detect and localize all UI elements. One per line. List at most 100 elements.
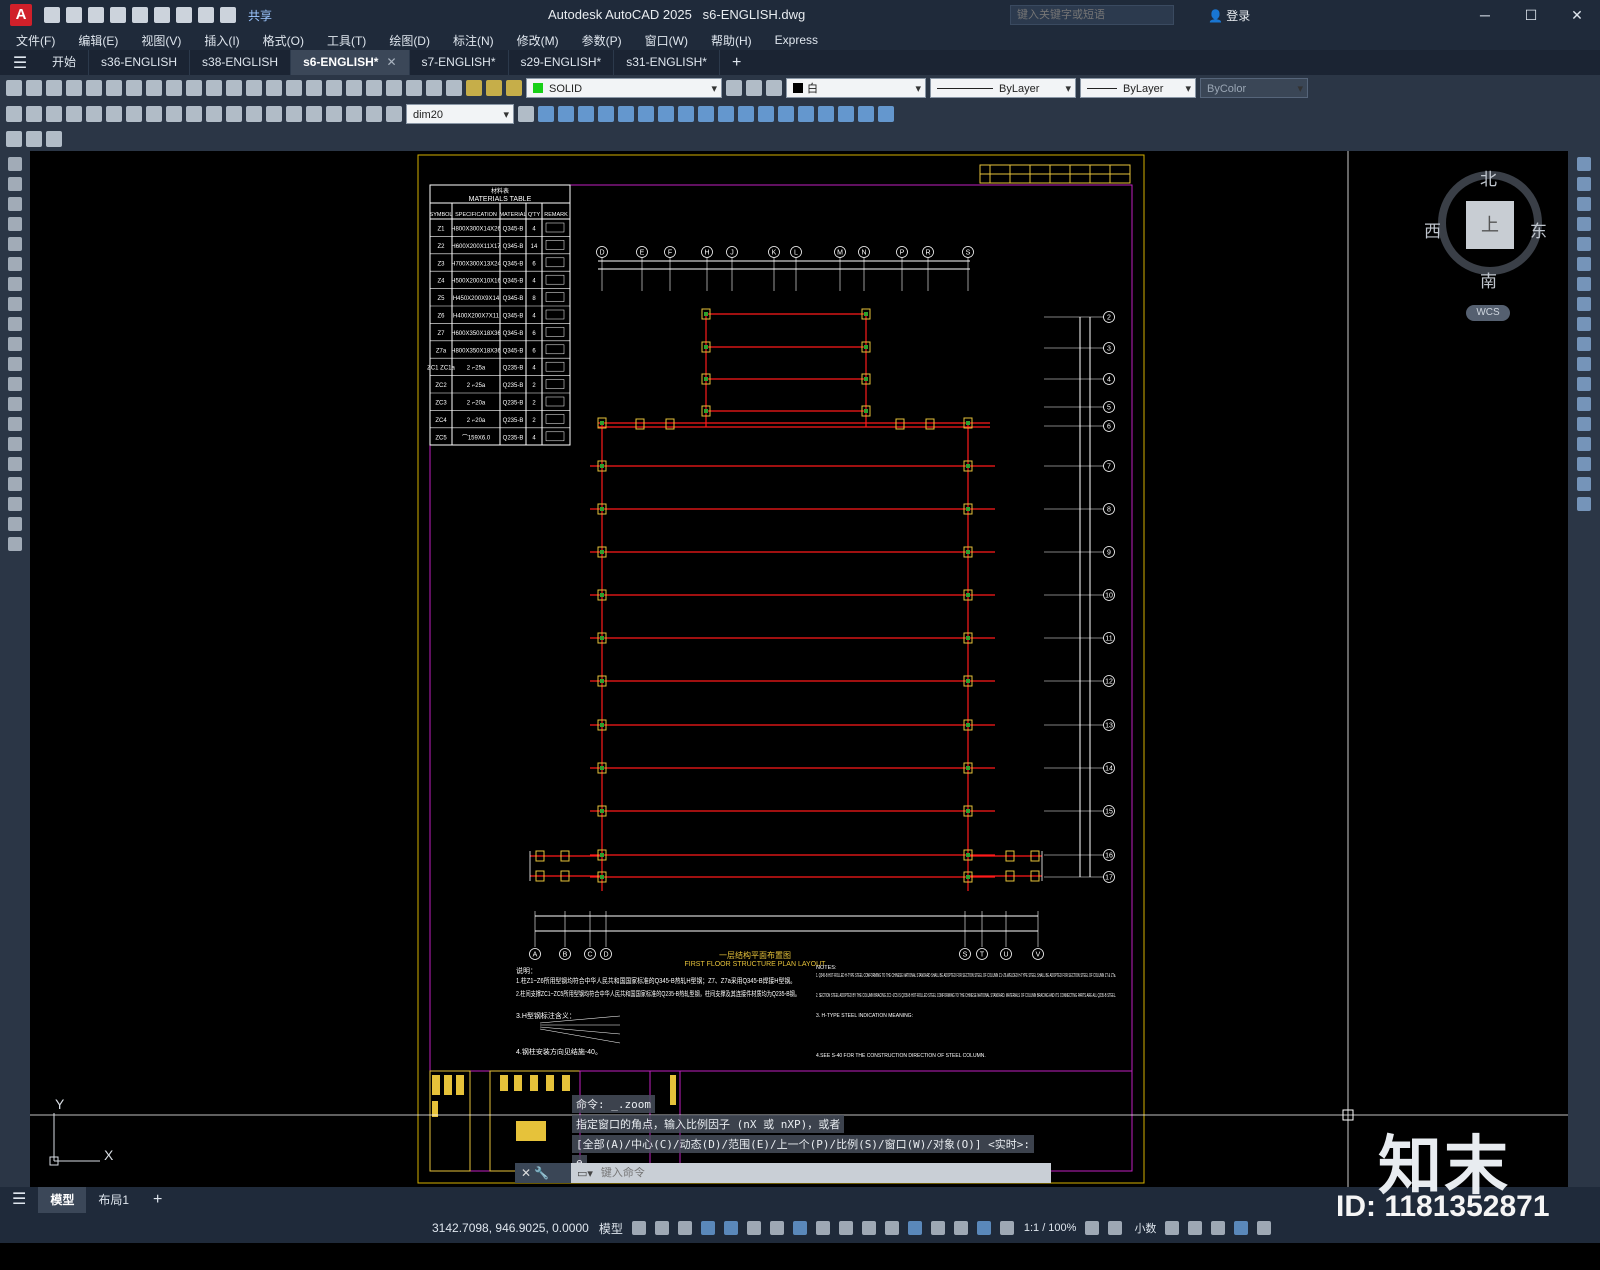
selection-cycling-icon[interactable] — [861, 1221, 876, 1235]
plotstyle-dropdown[interactable]: ByColor — [1200, 78, 1308, 99]
linetype-dropdown[interactable]: ByLayer — [930, 78, 1076, 99]
move-icon[interactable] — [1577, 257, 1591, 271]
menu-edit[interactable]: 编辑(E) — [78, 32, 118, 49]
zoom-previous-icon[interactable] — [306, 80, 322, 96]
table-icon[interactable] — [8, 497, 22, 511]
rotate-icon[interactable] — [1577, 277, 1591, 291]
web-save-icon[interactable] — [154, 7, 170, 23]
lock-ui-icon[interactable] — [1188, 1221, 1203, 1235]
polar-icon[interactable] — [746, 1221, 761, 1235]
gradient-icon[interactable] — [8, 457, 22, 471]
login-button[interactable]: 👤 登录 — [1208, 7, 1250, 24]
new-icon[interactable] — [44, 7, 60, 23]
dynamic-ucs-icon[interactable] — [907, 1221, 922, 1235]
extend-icon[interactable] — [1577, 357, 1591, 371]
gizmo-icon[interactable] — [953, 1221, 968, 1235]
help-icon[interactable] — [426, 80, 442, 96]
dimstyle-icon[interactable] — [518, 106, 534, 122]
auto-scale-icon[interactable] — [999, 1221, 1014, 1235]
dynamic-input-icon[interactable] — [700, 1221, 715, 1235]
layer-dropdown[interactable]: SOLID — [526, 78, 722, 99]
ellipse-icon[interactable] — [8, 337, 22, 351]
compass-south[interactable]: 南 — [1480, 267, 1497, 292]
new-tab-icon[interactable]: + — [720, 54, 753, 72]
tab-s29-english[interactable]: s29-ENGLISH* — [509, 50, 615, 75]
tab-s38-english[interactable]: s38-ENGLISH — [190, 50, 292, 75]
maximize-icon[interactable]: ☐ — [1508, 0, 1554, 30]
render-icon[interactable] — [858, 106, 874, 122]
isodraft-icon[interactable] — [769, 1221, 784, 1235]
tool-palettes-icon[interactable] — [366, 80, 382, 96]
jogged-icon[interactable] — [106, 106, 122, 122]
layer-freeze-icon[interactable] — [486, 80, 502, 96]
break-at-point-icon[interactable] — [1577, 377, 1591, 391]
workspace-gear-icon[interactable] — [1085, 1221, 1100, 1235]
dimstyle-dropdown[interactable]: dim20 — [406, 104, 514, 125]
redo-icon[interactable] — [226, 80, 242, 96]
view-bottom-icon[interactable] — [638, 106, 654, 122]
menu-tools[interactable]: 工具(T) — [327, 32, 366, 49]
tab-s6-english[interactable]: s6-ENGLISH* ✕ — [291, 50, 410, 75]
view-back-icon[interactable] — [618, 106, 634, 122]
view-top-icon[interactable] — [558, 106, 574, 122]
lineweight-dropdown[interactable]: ByLayer — [1080, 78, 1196, 99]
walk-icon[interactable] — [818, 106, 834, 122]
center-mark-icon[interactable] — [286, 106, 302, 122]
add-layout-icon[interactable]: + — [141, 1187, 174, 1213]
point-icon[interactable] — [8, 417, 22, 431]
tab-s31-english[interactable]: s31-ENGLISH* — [614, 50, 720, 75]
menu-express[interactable]: Express — [775, 33, 818, 47]
free-orbit-icon[interactable] — [758, 106, 774, 122]
space-icon[interactable] — [226, 106, 242, 122]
join-icon[interactable] — [1577, 417, 1591, 431]
command-line-buttons[interactable]: ✕ 🔧 — [515, 1163, 571, 1183]
lineweight-icon[interactable] — [815, 1221, 830, 1235]
new-icon[interactable] — [6, 80, 22, 96]
save-icon[interactable] — [88, 7, 104, 23]
construction-line-icon[interactable] — [8, 177, 22, 191]
radius-icon[interactable] — [86, 106, 102, 122]
revision-cloud-icon[interactable] — [8, 297, 22, 311]
isolate-objects-icon[interactable] — [1211, 1221, 1226, 1235]
layer-properties-icon[interactable] — [446, 80, 462, 96]
mirror-icon[interactable] — [1577, 197, 1591, 211]
aligned-dim-icon[interactable] — [26, 106, 42, 122]
erase-icon[interactable] — [1577, 157, 1591, 171]
zoom-window-icon[interactable] — [286, 80, 302, 96]
redo-icon[interactable] — [220, 7, 236, 23]
baseline-icon[interactable] — [186, 106, 202, 122]
undo-icon[interactable] — [198, 7, 214, 23]
view-ne-icon[interactable] — [698, 106, 714, 122]
command-prompt-icon[interactable]: ▭▾ — [577, 1167, 593, 1180]
fly-icon[interactable] — [838, 106, 854, 122]
open-icon[interactable] — [26, 80, 42, 96]
hamburger-icon[interactable]: ☰ — [0, 53, 40, 73]
plot-icon[interactable] — [66, 80, 82, 96]
fillet-icon[interactable] — [1577, 457, 1591, 471]
undo-icon[interactable] — [206, 80, 222, 96]
trim-icon[interactable] — [1577, 337, 1591, 351]
close-tab-icon[interactable]: ✕ — [386, 55, 396, 69]
add-selected-icon[interactable] — [8, 537, 22, 551]
dim-update-icon[interactable] — [386, 106, 402, 122]
linear-dim-icon[interactable] — [6, 106, 22, 122]
annotation-monitor-icon[interactable] — [1108, 1221, 1123, 1235]
blend-curves-icon[interactable] — [1577, 477, 1591, 491]
continue-icon[interactable] — [206, 106, 222, 122]
explode-icon[interactable] — [1577, 497, 1591, 511]
viewcube[interactable]: 上 北 南 西 东 WCS — [1424, 170, 1550, 321]
ellipse-arc-icon[interactable] — [8, 357, 22, 371]
rectangle-icon[interactable] — [8, 237, 22, 251]
view-right-icon[interactable] — [598, 106, 614, 122]
snap-icon[interactable] — [654, 1221, 669, 1235]
view-front-icon[interactable] — [538, 106, 554, 122]
arc-length-icon[interactable] — [46, 106, 62, 122]
menu-dimension[interactable]: 标注(N) — [453, 32, 494, 49]
menu-window[interactable]: 窗口(W) — [645, 32, 688, 49]
selection-filter-icon[interactable] — [930, 1221, 945, 1235]
polyline-icon[interactable] — [8, 197, 22, 211]
jogged-linear-icon[interactable] — [326, 106, 342, 122]
menu-format[interactable]: 格式(O) — [263, 32, 304, 49]
layer-lock-icon[interactable] — [506, 80, 522, 96]
polygon-icon[interactable] — [8, 217, 22, 231]
